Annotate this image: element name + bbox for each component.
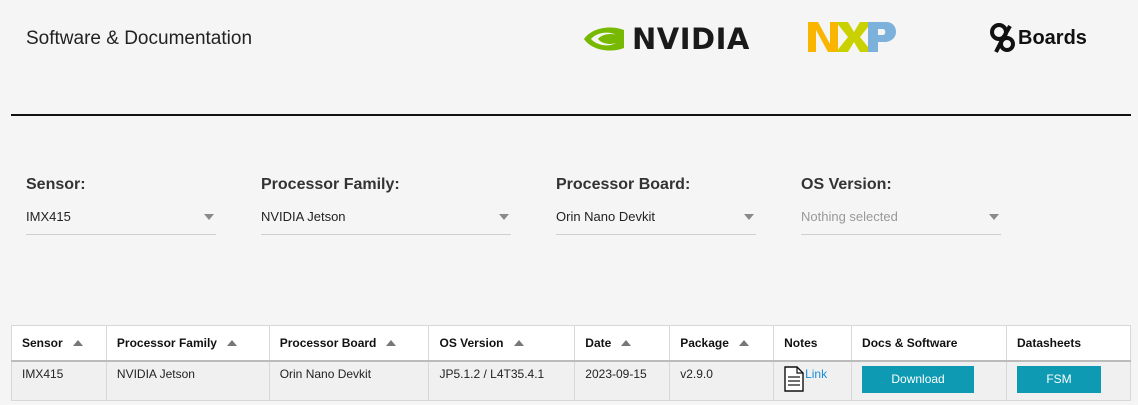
- page-title: Software & Documentation: [26, 28, 253, 49]
- processor-board-select[interactable]: Orin Nano Devkit: [556, 207, 756, 235]
- column-header-datasheets: Datasheets: [1005, 325, 1132, 362]
- column-header-label: Datasheets: [1016, 336, 1082, 350]
- sensor-filter: Sensor: IMX415: [26, 176, 216, 235]
- results-table: Sensor Processor Family Processor Board …: [11, 325, 1132, 401]
- os-version-select-value: Nothing selected: [801, 209, 898, 224]
- processor-family-filter: Processor Family: NVIDIA Jetson: [261, 176, 511, 235]
- sensor-select-value: IMX415: [26, 209, 71, 224]
- chevron-down-icon: [744, 214, 754, 220]
- nxp-logo-icon: [808, 22, 896, 52]
- cell-date: 2023-09-15: [574, 360, 671, 401]
- sort-asc-icon: [72, 340, 83, 346]
- chevron-down-icon: [204, 214, 214, 220]
- column-header-sensor[interactable]: Sensor: [11, 325, 107, 362]
- cell-datasheets: FSM: [1005, 360, 1132, 401]
- column-header-os-version[interactable]: OS Version: [428, 325, 576, 362]
- table-header-row: Sensor Processor Family Processor Board …: [11, 325, 1132, 362]
- sensor-select[interactable]: IMX415: [26, 207, 216, 235]
- column-header-label: Date: [585, 336, 612, 350]
- os-version-select[interactable]: Nothing selected: [801, 207, 1001, 235]
- column-header-label: Processor Family: [116, 336, 217, 350]
- column-header-label: Docs & Software: [862, 336, 958, 350]
- os-version-filter: OS Version: Nothing selected: [801, 176, 1001, 235]
- cell-notes: Link: [773, 360, 853, 401]
- 96boards-icon: [990, 23, 1015, 53]
- processor-family-select-value: NVIDIA Jetson: [261, 209, 346, 224]
- cell-processor-family: NVIDIA Jetson: [105, 360, 270, 401]
- column-header-label: Package: [680, 336, 729, 350]
- column-header-docs: Docs & Software: [851, 325, 1007, 362]
- nvidia-wordmark: NVIDIA: [632, 22, 750, 56]
- nxp-logo: [808, 18, 896, 56]
- nvidia-eye-icon: [584, 27, 624, 51]
- header-divider: [11, 114, 1131, 116]
- processor-board-filter: Processor Board: Orin Nano Devkit: [556, 176, 756, 235]
- processor-family-select[interactable]: NVIDIA Jetson: [261, 207, 511, 235]
- boards-wordmark: Boards: [1018, 26, 1087, 49]
- document-icon[interactable]: [784, 366, 804, 392]
- download-button[interactable]: Download: [862, 366, 975, 393]
- nvidia-logo: NVIDIA: [582, 22, 750, 56]
- datasheet-fsm-button[interactable]: FSM: [1016, 366, 1101, 393]
- notes-link[interactable]: Link: [805, 367, 827, 381]
- processor-board-select-value: Orin Nano Devkit: [556, 209, 655, 224]
- cell-sensor: IMX415: [11, 360, 107, 401]
- chevron-down-icon: [499, 214, 509, 220]
- table-row: IMX415 NVIDIA Jetson Orin Nano Devkit JP…: [11, 360, 1132, 401]
- sort-asc-icon: [621, 340, 632, 346]
- column-header-processor-family[interactable]: Processor Family: [105, 325, 270, 362]
- sort-asc-icon: [738, 340, 749, 346]
- column-header-label: Processor Board: [279, 336, 377, 350]
- column-header-notes: Notes: [773, 325, 853, 362]
- sort-asc-icon: [513, 340, 524, 346]
- processor-family-filter-label: Processor Family:: [261, 176, 400, 193]
- os-version-filter-label: OS Version:: [801, 176, 892, 193]
- sort-asc-icon: [226, 340, 237, 346]
- column-header-label: Notes: [784, 336, 818, 350]
- 96boards-logo: Boards: [990, 22, 1087, 54]
- cell-os-version: JP5.1.2 / L4T35.4.1: [428, 360, 576, 401]
- column-header-processor-board[interactable]: Processor Board: [268, 325, 430, 362]
- sensor-filter-label: Sensor:: [26, 176, 86, 193]
- cell-processor-board: Orin Nano Devkit: [268, 360, 430, 401]
- processor-board-filter-label: Processor Board:: [556, 176, 691, 193]
- chevron-down-icon: [989, 214, 999, 220]
- sort-asc-icon: [386, 340, 397, 346]
- cell-docs: Download: [851, 360, 1007, 401]
- column-header-package[interactable]: Package: [669, 325, 775, 362]
- column-header-date[interactable]: Date: [574, 325, 671, 362]
- column-header-label: OS Version: [439, 336, 504, 350]
- cell-package: v2.9.0: [669, 360, 775, 401]
- column-header-label: Sensor: [22, 336, 63, 350]
